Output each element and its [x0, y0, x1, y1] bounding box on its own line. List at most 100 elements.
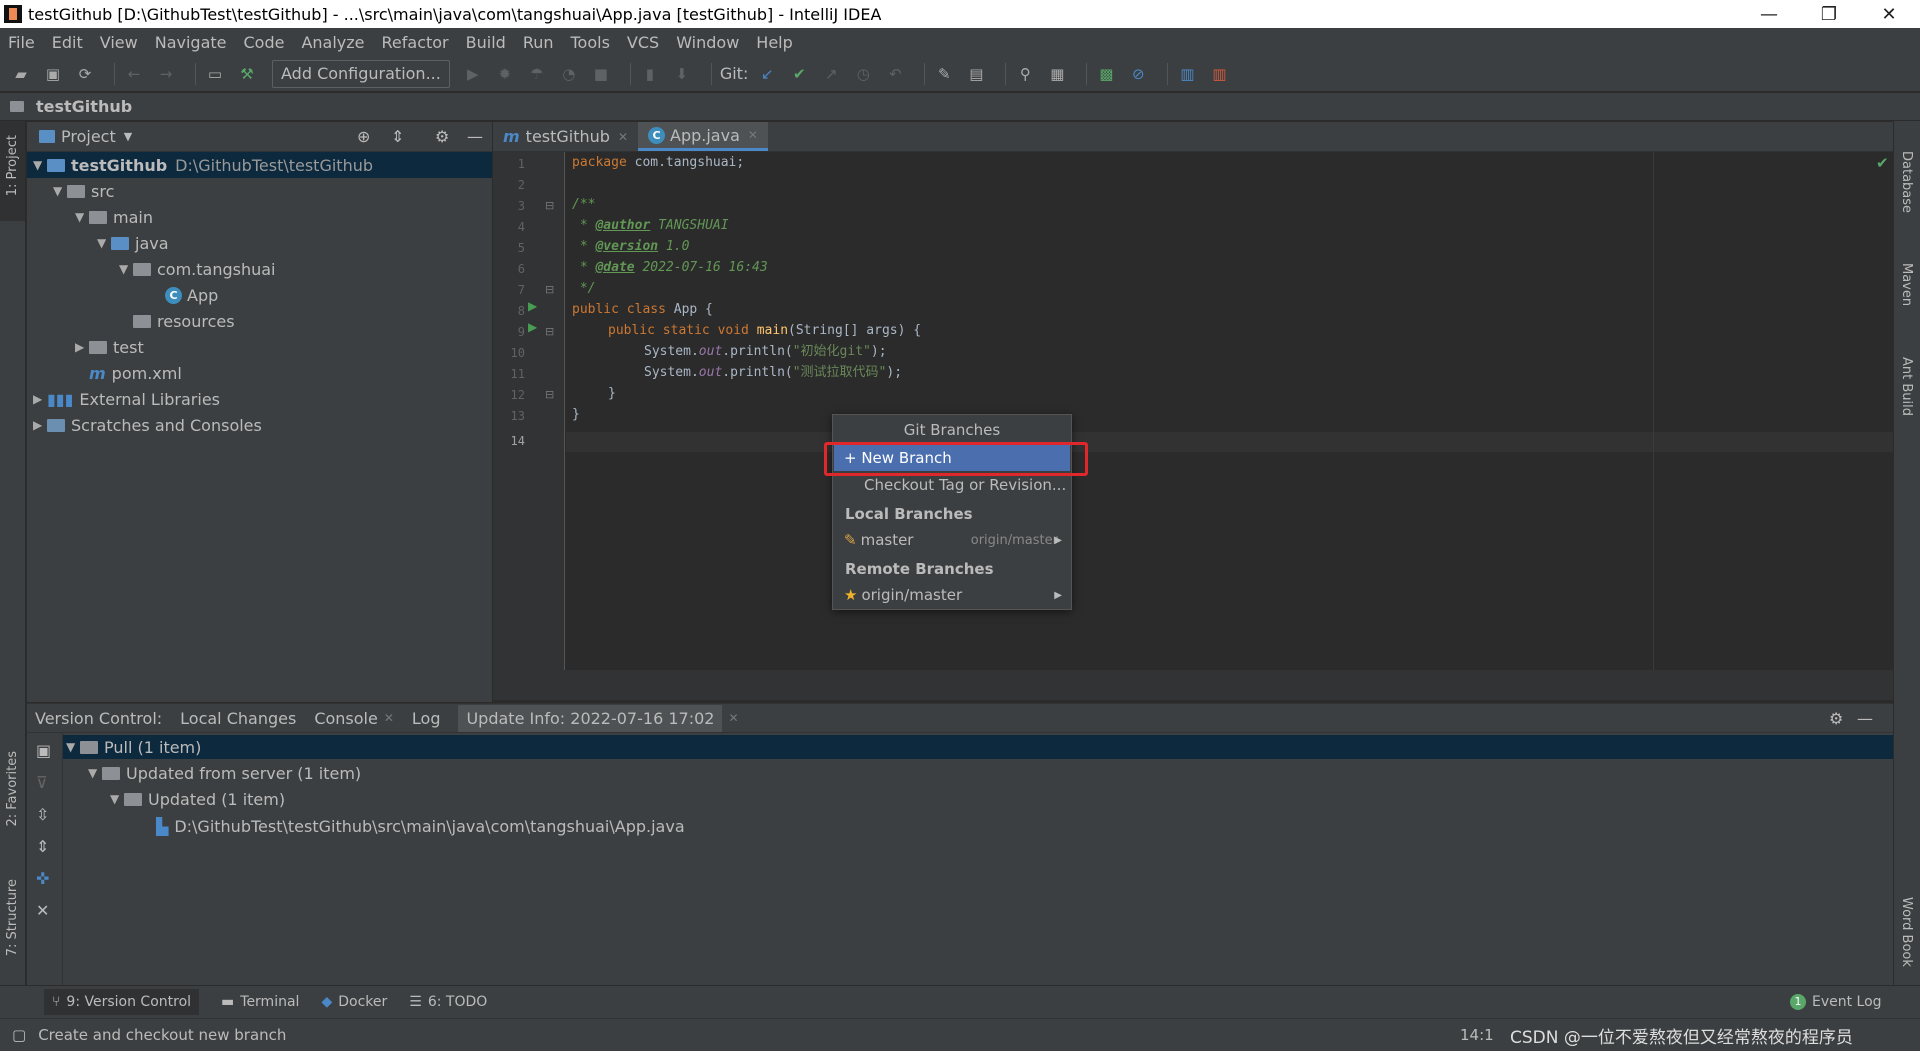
settings-wrench-icon[interactable]: ✎ — [933, 63, 955, 85]
menu-tools[interactable]: Tools — [571, 33, 610, 52]
menu-code[interactable]: Code — [244, 33, 285, 52]
close-tab-icon[interactable]: ✕ — [618, 130, 628, 144]
locate-icon[interactable]: ⊕ — [357, 127, 370, 146]
event-log-button[interactable]: 1 Event Log — [1790, 994, 1882, 1010]
git-push-icon[interactable]: ↗ — [820, 63, 842, 85]
menu-help[interactable]: Help — [756, 33, 792, 52]
chevron-down-icon[interactable]: ▼ — [124, 130, 132, 143]
sync-icon[interactable]: ⟳ — [74, 63, 96, 85]
add-configuration-button[interactable]: Add Configuration... — [272, 59, 450, 88]
tab-testgithub[interactable]: m testGithub ✕ — [493, 122, 638, 151]
tool-tab-maven[interactable]: Maven — [1899, 263, 1914, 306]
menu-refactor[interactable]: Refactor — [382, 33, 449, 52]
tree-node-java[interactable]: ▼ java — [97, 230, 169, 256]
tree-node-package[interactable]: ▼ com.tangshuai — [119, 256, 276, 282]
tool-tab-ant-build[interactable]: Ant Build — [1899, 357, 1914, 416]
tab-update-info[interactable]: Update Info: 2022-07-16 17:02 — [458, 704, 723, 732]
fold-icon[interactable]: ⊟ — [545, 388, 554, 401]
tab-local-changes[interactable]: Local Changes — [180, 709, 296, 728]
group-icon[interactable]: ▣ — [36, 741, 51, 760]
git-update-icon[interactable]: ↙ — [756, 63, 778, 85]
save-icon[interactable]: ▣ — [42, 63, 64, 85]
close-tab-icon[interactable]: ✕ — [384, 711, 394, 725]
pin-icon[interactable]: ✜ — [36, 869, 49, 888]
search-icon[interactable]: ⚲ — [1014, 63, 1036, 85]
tree-node-pull[interactable]: ▼ Pull (1 item) — [66, 734, 201, 760]
tree-node-src[interactable]: ▼ src — [53, 178, 114, 204]
tree-node-main[interactable]: ▼ main — [75, 204, 153, 230]
tool-version-control[interactable]: ⑂ 9: Version Control — [44, 989, 200, 1015]
tree-node-testgithub[interactable]: ▼ testGithub D:\GithubTest\testGithub — [33, 152, 373, 178]
run-icon[interactable]: ▶ — [462, 63, 484, 85]
tool-terminal[interactable]: ▬ Terminal — [221, 994, 299, 1010]
gear-icon[interactable]: ⚙ — [1829, 709, 1843, 728]
tool-todo[interactable]: ☰ 6: TODO — [409, 994, 487, 1010]
tree-node-file[interactable]: ▙ D:\GithubTest\testGithub\src\main\java… — [156, 813, 685, 839]
run-gutter-icon[interactable]: ▶ — [528, 320, 537, 334]
git-commit-icon[interactable]: ✔ — [788, 63, 810, 85]
tree-node-app[interactable]: C App — [165, 282, 218, 308]
collapse-all-icon[interactable]: ⇕ — [36, 837, 49, 856]
activity-monitor-icon[interactable]: ▩ — [1095, 63, 1117, 85]
git-history-icon[interactable]: ◷ — [852, 63, 874, 85]
tab-console[interactable]: Console — [314, 709, 378, 728]
tree-node-test[interactable]: ▶ test — [75, 334, 144, 360]
tree-node-scratches[interactable]: ▶ Scratches and Consoles — [33, 412, 262, 438]
restore-button[interactable]: ❐ — [1806, 0, 1852, 28]
project-panel-title[interactable]: Project — [61, 127, 116, 146]
menu-file[interactable]: File — [8, 33, 35, 52]
gear-icon[interactable]: ⚙ — [435, 127, 449, 146]
menu-window[interactable]: Window — [676, 33, 739, 52]
tool-tab-word-book[interactable]: Word Book — [1899, 897, 1914, 967]
project-structure-icon[interactable]: ▭ — [204, 63, 226, 85]
expand-all-icon[interactable]: ⇳ — [36, 805, 49, 824]
filter-icon[interactable]: ⊽ — [36, 773, 48, 792]
status-toggle-icon[interactable]: ▢ — [12, 1026, 26, 1044]
debug-icon[interactable]: ✹ — [494, 63, 516, 85]
remote-branch-origin-master[interactable]: ★ origin/master ▶ — [834, 582, 1070, 608]
translate-icon[interactable]: ▥ — [1176, 63, 1198, 85]
tree-node-external-libraries[interactable]: ▶ ▮▮▮ External Libraries — [33, 386, 220, 412]
close-button[interactable]: ✕ — [1866, 0, 1912, 28]
collapse-all-icon[interactable]: ⇕ — [391, 127, 404, 146]
tab-app-java[interactable]: C App.java ✕ — [638, 122, 768, 151]
menu-build[interactable]: Build — [466, 33, 506, 52]
attach-icon[interactable]: ▮ — [639, 63, 661, 85]
tool-tab-database[interactable]: Database — [1899, 151, 1914, 213]
tool-tab-project[interactable]: 1: Project — [5, 135, 20, 196]
tree-node-pom[interactable]: m pom.xml — [75, 360, 182, 386]
project-settings-icon[interactable]: ▤ — [965, 63, 987, 85]
hide-icon[interactable]: — — [1857, 709, 1873, 728]
tool-tab-structure[interactable]: 7: Structure — [5, 879, 20, 956]
power-save-icon[interactable]: ⊘ — [1127, 63, 1149, 85]
menu-view[interactable]: View — [100, 33, 138, 52]
minimize-button[interactable]: — — [1746, 0, 1792, 28]
menu-analyze[interactable]: Analyze — [301, 33, 364, 52]
git-rollback-icon[interactable]: ↶ — [884, 63, 906, 85]
caret-position[interactable]: 14:1 — [1460, 1026, 1494, 1044]
coverage-icon[interactable]: ☂ — [526, 63, 548, 85]
download-icon[interactable]: ⬇ — [671, 63, 693, 85]
tasks-icon[interactable]: ▦ — [1046, 63, 1068, 85]
stop-icon[interactable]: ■ — [590, 63, 612, 85]
fold-icon[interactable]: ⊟ — [545, 283, 554, 296]
forward-icon[interactable]: → — [155, 63, 177, 85]
profile-icon[interactable]: ◔ — [558, 63, 580, 85]
fold-icon[interactable]: ⊟ — [545, 199, 554, 212]
tool-tab-favorites[interactable]: 2: Favorites — [5, 751, 20, 827]
fold-icon[interactable]: ⊟ — [545, 325, 554, 338]
back-icon[interactable]: ← — [123, 63, 145, 85]
close-tab-icon[interactable]: ✕ — [728, 711, 738, 725]
tree-node-resources[interactable]: resources — [119, 308, 235, 334]
open-folder-icon[interactable]: ▰ — [10, 63, 32, 85]
tree-node-updated-from-server[interactable]: ▼ Updated from server (1 item) — [88, 760, 361, 786]
menu-edit[interactable]: Edit — [52, 33, 83, 52]
menu-run[interactable]: Run — [523, 33, 554, 52]
hide-icon[interactable]: — — [467, 127, 483, 146]
translate-alt-icon[interactable]: ▥ — [1208, 63, 1230, 85]
menu-vcs[interactable]: VCS — [627, 33, 659, 52]
close-tab-icon[interactable]: ✕ — [748, 128, 758, 142]
build-hammer-icon[interactable]: ⚒ — [236, 63, 258, 85]
tool-docker[interactable]: ◆ Docker — [321, 994, 387, 1010]
run-gutter-icon[interactable]: ▶ — [528, 299, 537, 313]
